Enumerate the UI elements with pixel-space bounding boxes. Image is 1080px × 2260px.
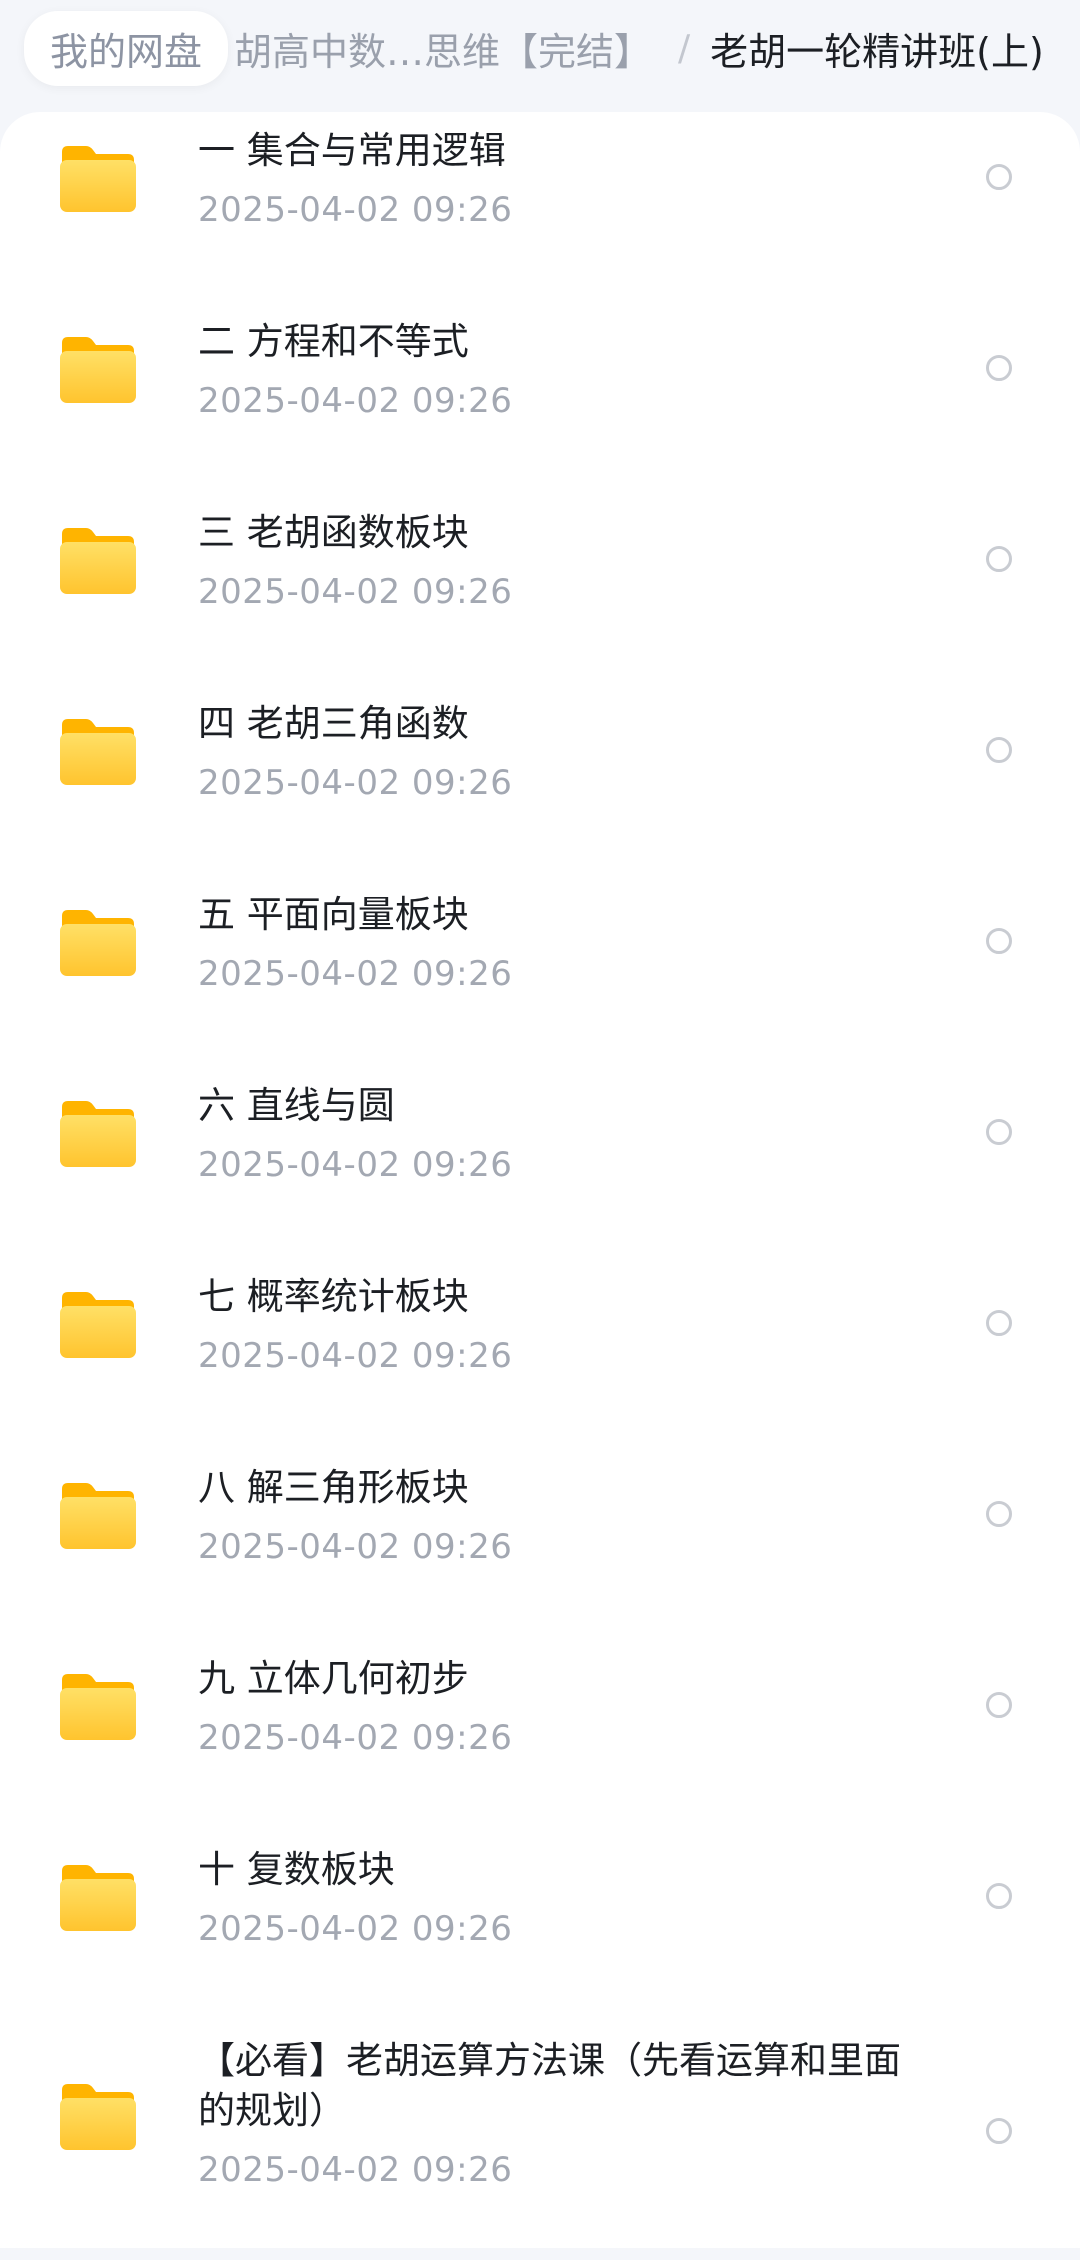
breadcrumb-root[interactable]: 我的网盘 — [24, 10, 229, 86]
breadcrumb: 我的网盘 胡高中数…思维【完结】 / 老胡一轮精讲班(上) — [0, 0, 1080, 96]
folder-icon — [60, 1865, 136, 1931]
file-date: 2025-04-02 09:26 — [198, 954, 513, 994]
list-item[interactable]: 七 概率统计板块 2025-04-02 09:26 — [0, 1258, 1080, 1449]
file-date: 2025-04-02 09:26 — [198, 381, 513, 421]
file-info: 五 平面向量板块 2025-04-02 09:26 — [198, 890, 928, 996]
select-radio-icon[interactable] — [986, 546, 1012, 572]
list-item[interactable]: 十 复数板块 2025-04-02 09:26 — [0, 1831, 1080, 2022]
file-info: 六 直线与圆 2025-04-02 09:26 — [198, 1081, 928, 1187]
list-item[interactable]: 一 集合与常用逻辑 2025-04-02 09:26 — [0, 112, 1080, 303]
file-name: 九 立体几何初步 — [198, 1657, 469, 1700]
file-info: 八 解三角形板块 2025-04-02 09:26 — [198, 1463, 928, 1569]
list-item[interactable]: 三 老胡函数板块 2025-04-02 09:26 — [0, 494, 1080, 685]
file-date: 2025-04-02 09:26 — [198, 1718, 513, 1758]
file-name: 三 老胡函数板块 — [198, 511, 469, 554]
select-radio-icon[interactable] — [986, 1119, 1012, 1145]
list-item[interactable]: 九 立体几何初步 2025-04-02 09:26 — [0, 1640, 1080, 1831]
folder-icon — [60, 337, 136, 403]
file-date: 2025-04-02 09:26 — [198, 1336, 513, 1376]
file-date: 2025-04-02 09:26 — [198, 190, 513, 230]
folder-icon — [60, 910, 136, 976]
folder-icon — [60, 1292, 136, 1358]
select-radio-icon[interactable] — [986, 1310, 1012, 1336]
select-radio-icon[interactable] — [986, 928, 1012, 954]
file-name: 【必看】老胡运算方法课（先看运算和里面的规划） — [198, 2039, 901, 2132]
file-name: 二 方程和不等式 — [198, 320, 469, 363]
file-date: 2025-04-02 09:26 — [198, 763, 513, 803]
file-info: 【必看】老胡运算方法课（先看运算和里面的规划） 2025-04-02 09:26 — [198, 2036, 928, 2192]
file-date: 2025-04-02 09:26 — [198, 1145, 513, 1185]
folder-icon — [60, 146, 136, 212]
list-item[interactable]: 八 解三角形板块 2025-04-02 09:26 — [0, 1449, 1080, 1640]
file-info: 七 概率统计板块 2025-04-02 09:26 — [198, 1272, 928, 1378]
file-info: 九 立体几何初步 2025-04-02 09:26 — [198, 1654, 928, 1760]
file-info: 二 方程和不等式 2025-04-02 09:26 — [198, 317, 928, 423]
breadcrumb-parent[interactable]: 胡高中数…思维【完结】 — [234, 21, 652, 76]
select-radio-icon[interactable] — [986, 355, 1012, 381]
file-name: 一 集合与常用逻辑 — [198, 129, 506, 172]
file-info: 三 老胡函数板块 2025-04-02 09:26 — [198, 508, 928, 614]
file-info: 四 老胡三角函数 2025-04-02 09:26 — [198, 699, 928, 805]
folder-icon — [60, 719, 136, 785]
folder-icon — [60, 1483, 136, 1549]
select-radio-icon[interactable] — [986, 737, 1012, 763]
select-radio-icon[interactable] — [986, 2118, 1012, 2144]
file-date: 2025-04-02 09:26 — [198, 1909, 513, 1949]
select-radio-icon[interactable] — [986, 1501, 1012, 1527]
select-radio-icon[interactable] — [986, 1692, 1012, 1718]
folder-icon — [60, 528, 136, 594]
file-name: 七 概率统计板块 — [198, 1275, 469, 1318]
file-name: 六 直线与圆 — [198, 1084, 395, 1127]
file-date: 2025-04-02 09:26 — [198, 572, 513, 612]
list-item[interactable]: 六 直线与圆 2025-04-02 09:26 — [0, 1067, 1080, 1258]
select-radio-icon[interactable] — [986, 1883, 1012, 1909]
file-list-panel: 一 集合与常用逻辑 2025-04-02 09:26 二 方程和不等式 2025… — [0, 112, 1080, 2248]
file-name: 四 老胡三角函数 — [198, 702, 469, 745]
select-radio-icon[interactable] — [986, 164, 1012, 190]
file-date: 2025-04-02 09:26 — [198, 2150, 513, 2190]
folder-icon — [60, 1674, 136, 1740]
file-name: 八 解三角形板块 — [198, 1466, 469, 1509]
file-info: 一 集合与常用逻辑 2025-04-02 09:26 — [198, 126, 928, 232]
list-item[interactable]: 二 方程和不等式 2025-04-02 09:26 — [0, 303, 1080, 494]
folder-icon — [60, 1101, 136, 1167]
list-item[interactable]: 五 平面向量板块 2025-04-02 09:26 — [0, 876, 1080, 1067]
file-list: 一 集合与常用逻辑 2025-04-02 09:26 二 方程和不等式 2025… — [0, 112, 1080, 2260]
file-name: 五 平面向量板块 — [198, 893, 469, 936]
file-name: 十 复数板块 — [198, 1848, 395, 1891]
breadcrumb-separator: / — [678, 27, 691, 69]
folder-icon — [60, 2084, 136, 2150]
list-item[interactable]: 四 老胡三角函数 2025-04-02 09:26 — [0, 685, 1080, 876]
list-item[interactable]: 【必看】老胡运算方法课（先看运算和里面的规划） 2025-04-02 09:26 — [0, 2022, 1080, 2260]
file-date: 2025-04-02 09:26 — [198, 1527, 513, 1567]
breadcrumb-current: 老胡一轮精讲班(上) — [710, 29, 1044, 74]
file-info: 十 复数板块 2025-04-02 09:26 — [198, 1845, 928, 1951]
